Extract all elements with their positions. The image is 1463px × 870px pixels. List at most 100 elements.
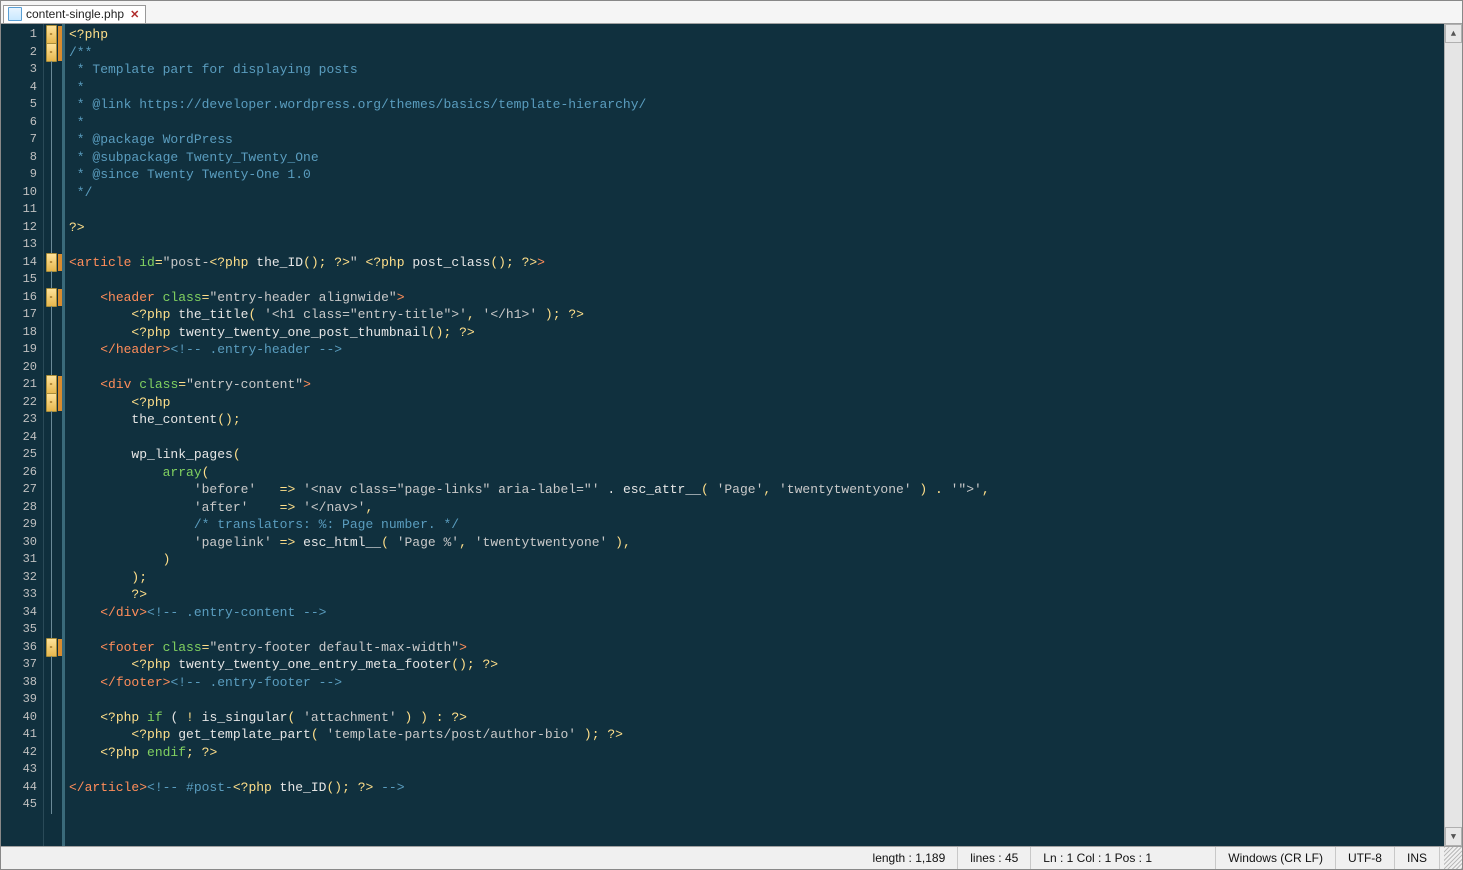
line-number: 27 bbox=[1, 481, 43, 499]
fold-column[interactable]: ------- bbox=[44, 24, 58, 846]
line-number: 8 bbox=[1, 149, 43, 167]
code-line[interactable]: ); bbox=[69, 569, 1444, 587]
code-line[interactable]: 'pagelink' => esc_html__( 'Page %', 'twe… bbox=[69, 534, 1444, 552]
code-line[interactable]: * @link https://developer.wordpress.org/… bbox=[69, 96, 1444, 114]
line-number: 24 bbox=[1, 429, 43, 447]
code-line[interactable]: /* translators: %: Page number. */ bbox=[69, 516, 1444, 534]
line-number: 26 bbox=[1, 464, 43, 482]
code-line[interactable]: <footer class="entry-footer default-max-… bbox=[69, 639, 1444, 657]
fold-cell bbox=[44, 271, 58, 289]
fold-toggle-icon[interactable]: - bbox=[46, 43, 57, 63]
code-line[interactable] bbox=[69, 691, 1444, 709]
code-line[interactable]: * @since Twenty Twenty-One 1.0 bbox=[69, 166, 1444, 184]
fold-cell: - bbox=[44, 394, 58, 412]
line-number: 22 bbox=[1, 394, 43, 412]
code-line[interactable] bbox=[69, 796, 1444, 814]
fold-cell bbox=[44, 341, 58, 359]
code-line[interactable]: <?php bbox=[69, 26, 1444, 44]
fold-toggle-icon[interactable]: - bbox=[46, 25, 57, 45]
fold-cell bbox=[44, 61, 58, 79]
code-line[interactable] bbox=[69, 236, 1444, 254]
fold-cell: - bbox=[44, 254, 58, 272]
code-line[interactable]: <?php twenty_twenty_one_entry_meta_foote… bbox=[69, 656, 1444, 674]
code-line[interactable]: ) bbox=[69, 551, 1444, 569]
line-number: 17 bbox=[1, 306, 43, 324]
line-number: 28 bbox=[1, 499, 43, 517]
resize-grip-icon[interactable] bbox=[1444, 847, 1462, 869]
line-number: 12 bbox=[1, 219, 43, 237]
line-number: 38 bbox=[1, 674, 43, 692]
code-line[interactable] bbox=[69, 761, 1444, 779]
editor[interactable]: 1234567891011121314151617181920212223242… bbox=[1, 24, 1462, 846]
scroll-up-icon[interactable]: ▲ bbox=[1445, 24, 1462, 43]
code-line[interactable]: wp_link_pages( bbox=[69, 446, 1444, 464]
fold-cell bbox=[44, 184, 58, 202]
scroll-track[interactable] bbox=[1445, 43, 1462, 827]
code-line[interactable]: * @package WordPress bbox=[69, 131, 1444, 149]
fold-toggle-icon[interactable]: - bbox=[46, 288, 57, 308]
fold-toggle-icon[interactable]: - bbox=[46, 638, 57, 658]
line-number: 18 bbox=[1, 324, 43, 342]
code-line[interactable]: <article id="post-<?php the_ID(); ?>" <?… bbox=[69, 254, 1444, 272]
code-line[interactable]: </header><!-- .entry-header --> bbox=[69, 341, 1444, 359]
code-line[interactable]: <?php the_title( '<h1 class="entry-title… bbox=[69, 306, 1444, 324]
vertical-scrollbar[interactable]: ▲ ▼ bbox=[1444, 24, 1462, 846]
line-number: 16 bbox=[1, 289, 43, 307]
code-line[interactable]: </div><!-- .entry-content --> bbox=[69, 604, 1444, 622]
code-line[interactable]: <?php twenty_twenty_one_post_thumbnail()… bbox=[69, 324, 1444, 342]
line-number: 23 bbox=[1, 411, 43, 429]
code-line[interactable]: </article><!-- #post-<?php the_ID(); ?> … bbox=[69, 779, 1444, 797]
scroll-down-icon[interactable]: ▼ bbox=[1445, 827, 1462, 846]
code-line[interactable] bbox=[69, 429, 1444, 447]
code-line[interactable]: array( bbox=[69, 464, 1444, 482]
code-line[interactable]: 'after' => '</nav>', bbox=[69, 499, 1444, 517]
line-number: 31 bbox=[1, 551, 43, 569]
code-line[interactable]: </footer><!-- .entry-footer --> bbox=[69, 674, 1444, 692]
fold-cell bbox=[44, 429, 58, 447]
code-line[interactable]: <?php bbox=[69, 394, 1444, 412]
fold-toggle-icon[interactable]: - bbox=[46, 393, 57, 413]
line-number: 29 bbox=[1, 516, 43, 534]
close-icon[interactable]: ✕ bbox=[130, 8, 139, 21]
fold-cell bbox=[44, 411, 58, 429]
tab-file[interactable]: content-single.php ✕ bbox=[3, 5, 146, 23]
line-number: 19 bbox=[1, 341, 43, 359]
line-number: 43 bbox=[1, 761, 43, 779]
fold-cell bbox=[44, 569, 58, 587]
code-line[interactable]: <div class="entry-content"> bbox=[69, 376, 1444, 394]
code-line[interactable]: ?> bbox=[69, 586, 1444, 604]
code-line[interactable]: * Template part for displaying posts bbox=[69, 61, 1444, 79]
code-line[interactable]: * @subpackage Twenty_Twenty_One bbox=[69, 149, 1444, 167]
code-line[interactable] bbox=[69, 271, 1444, 289]
line-number: 42 bbox=[1, 744, 43, 762]
code-line[interactable]: * bbox=[69, 114, 1444, 132]
fold-toggle-icon[interactable]: - bbox=[46, 375, 57, 395]
fold-cell: - bbox=[44, 639, 58, 657]
line-number: 25 bbox=[1, 446, 43, 464]
fold-cell bbox=[44, 166, 58, 184]
code-line[interactable] bbox=[69, 201, 1444, 219]
status-insert-mode[interactable]: INS bbox=[1395, 847, 1440, 869]
code-line[interactable]: ?> bbox=[69, 219, 1444, 237]
code-line[interactable]: <?php get_template_part( 'template-parts… bbox=[69, 726, 1444, 744]
code-line[interactable]: the_content(); bbox=[69, 411, 1444, 429]
code-line[interactable]: * bbox=[69, 79, 1444, 97]
fold-cell bbox=[44, 446, 58, 464]
fold-cell: - bbox=[44, 26, 58, 44]
status-eol[interactable]: Windows (CR LF) bbox=[1216, 847, 1336, 869]
code-line[interactable]: <header class="entry-header alignwide"> bbox=[69, 289, 1444, 307]
code-line[interactable] bbox=[69, 621, 1444, 639]
fold-toggle-icon[interactable]: - bbox=[46, 253, 57, 273]
line-number: 41 bbox=[1, 726, 43, 744]
fold-cell bbox=[44, 656, 58, 674]
code-line[interactable]: */ bbox=[69, 184, 1444, 202]
code-area[interactable]: <?php/** * Template part for displaying … bbox=[65, 24, 1444, 846]
fold-cell bbox=[44, 551, 58, 569]
status-encoding[interactable]: UTF-8 bbox=[1336, 847, 1395, 869]
code-line[interactable] bbox=[69, 359, 1444, 377]
code-line[interactable]: 'before' => '<nav class="page-links" ari… bbox=[69, 481, 1444, 499]
code-line[interactable]: /** bbox=[69, 44, 1444, 62]
code-line[interactable]: <?php if ( ! is_singular( 'attachment' )… bbox=[69, 709, 1444, 727]
line-number: 33 bbox=[1, 586, 43, 604]
code-line[interactable]: <?php endif; ?> bbox=[69, 744, 1444, 762]
